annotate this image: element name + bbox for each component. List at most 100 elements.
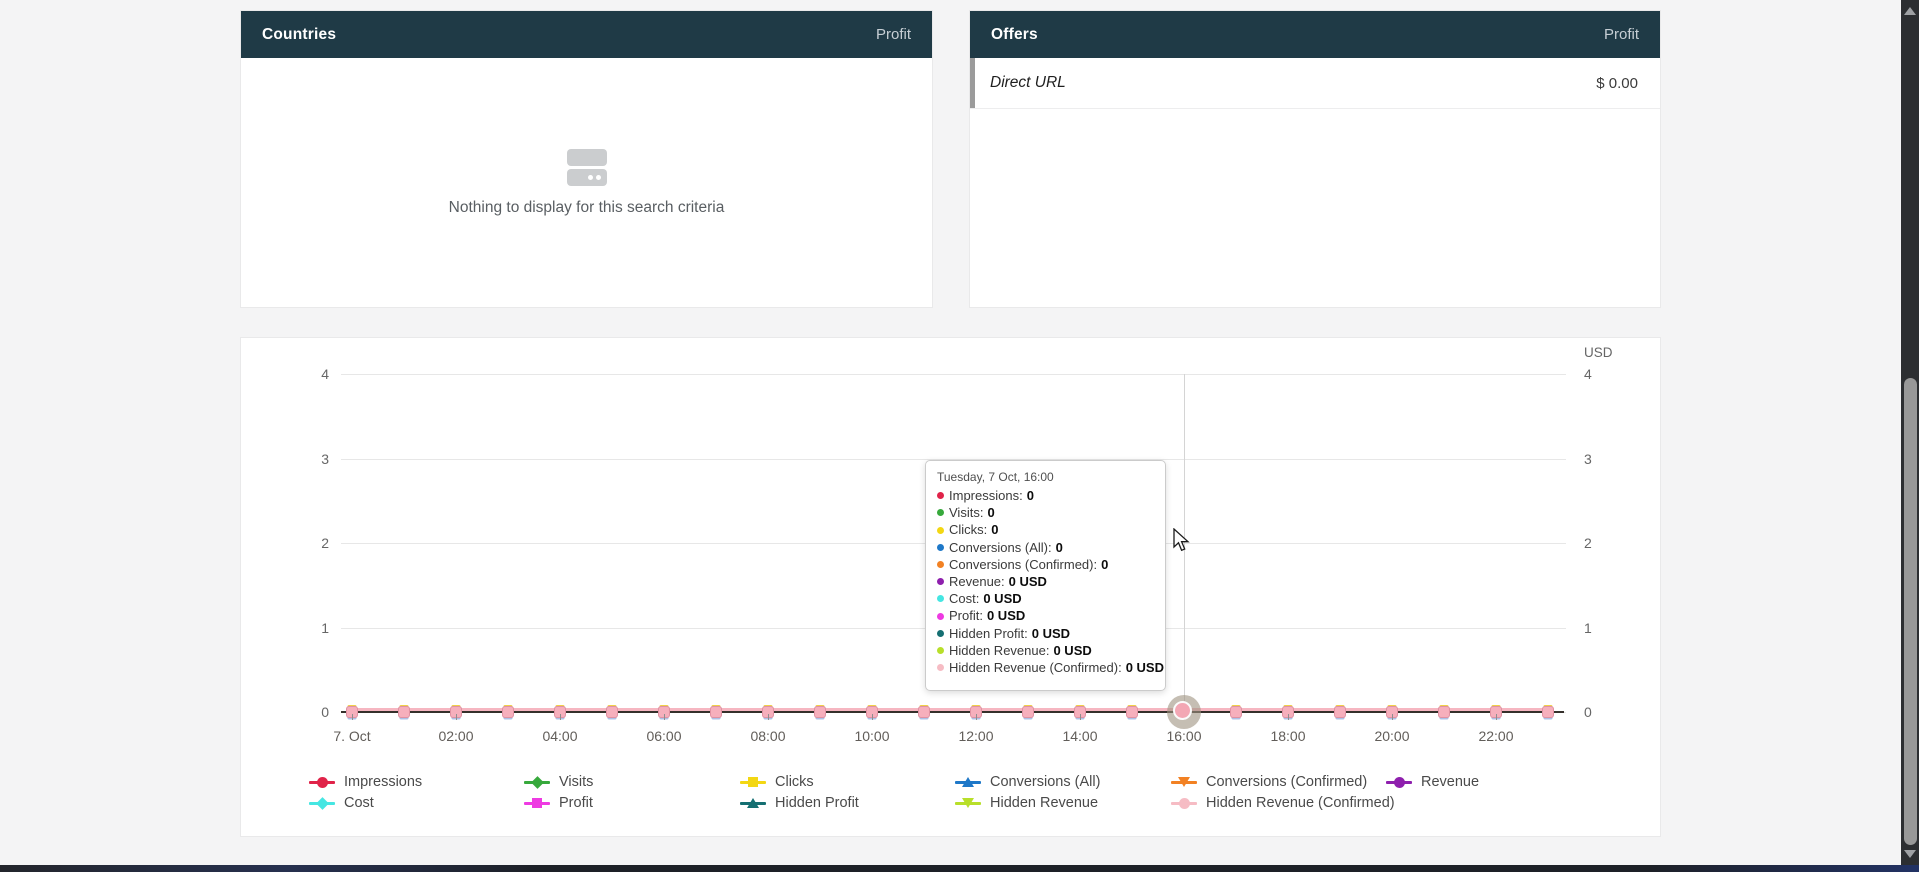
legend-item-label: Hidden Revenue (Confirmed) (1206, 795, 1395, 811)
chart-panel: USD 4433221100 7. Oct02:0004:0006:0008:0… (240, 337, 1661, 837)
data-point-marker[interactable] (918, 706, 930, 718)
y-axis-label: 0 (1584, 704, 1614, 720)
y-axis-label: 3 (1584, 451, 1614, 467)
square-marker-icon (532, 798, 542, 808)
countries-empty-state: Nothing to display for this search crite… (241, 58, 932, 307)
legend-item-conversions-confirmed[interactable]: Conversions (Confirmed) (1171, 774, 1367, 790)
x-axis-label: 12:00 (941, 728, 1011, 744)
data-point-marker[interactable] (1126, 706, 1138, 718)
circle-marker-icon (1394, 777, 1405, 788)
tooltip-row-label: Hidden Revenue: (949, 642, 1049, 659)
x-axis-tick (768, 714, 769, 720)
data-point-marker[interactable] (502, 706, 514, 718)
y-axis-label: 2 (299, 535, 329, 551)
scroll-down-arrow-icon[interactable] (1904, 850, 1916, 858)
tooltip-row-value: 0 USD (1053, 642, 1091, 659)
x-axis-label: 14:00 (1045, 728, 1115, 744)
tooltip-row-value: 0 (1056, 539, 1063, 556)
y-axis-label: 0 (299, 704, 329, 720)
legend-marker (309, 795, 335, 811)
x-axis-label: 02:00 (421, 728, 491, 744)
data-point-marker[interactable] (814, 706, 826, 718)
legend-item-impressions[interactable]: Impressions (309, 774, 422, 790)
x-axis-label: 7. Oct (317, 728, 387, 744)
offers-panel: Offers Profit Direct URL $ 0.00 (969, 10, 1661, 308)
tooltip-row: Hidden Profit:0 USD (937, 625, 1154, 642)
data-point-marker[interactable] (710, 706, 722, 718)
legend-item-clicks[interactable]: Clicks (740, 774, 814, 790)
legend-marker (524, 774, 550, 790)
scroll-up-arrow-icon[interactable] (1904, 7, 1916, 15)
legend-item-revenue[interactable]: Revenue (1386, 774, 1479, 790)
legend-item-visits[interactable]: Visits (524, 774, 593, 790)
circle-marker-icon (317, 777, 328, 788)
tooltip-row: Conversions (All):0 (937, 539, 1154, 556)
x-axis-tick (1392, 714, 1393, 720)
legend-item-label: Profit (559, 795, 593, 811)
y-axis-label: 3 (299, 451, 329, 467)
offer-profit-value: $ 0.00 (1596, 75, 1638, 92)
tooltip-row-label: Conversions (All): (949, 539, 1052, 556)
y-axis-label: 2 (1584, 535, 1614, 551)
legend-item-label: Conversions (All) (990, 774, 1100, 790)
x-axis-label: 08:00 (733, 728, 803, 744)
data-point-marker[interactable] (1438, 706, 1450, 718)
legend-marker (740, 774, 766, 790)
data-point-marker[interactable] (1334, 706, 1346, 718)
legend-item-cost[interactable]: Cost (309, 795, 374, 811)
vertical-scrollbar[interactable] (1901, 0, 1919, 872)
scrollbar-thumb[interactable] (1904, 378, 1917, 845)
square-marker-icon (748, 777, 758, 787)
offer-name[interactable]: Direct URL (990, 74, 1066, 92)
y-axis-unit-label: USD (1584, 345, 1613, 360)
tooltip-bullet-icon (937, 613, 944, 620)
y-axis-label: 1 (1584, 620, 1614, 636)
data-point-marker[interactable] (1230, 706, 1242, 718)
chart-plot-area: USD 4433221100 7. Oct02:0004:0006:0008:0… (241, 338, 1660, 836)
legend-item-label: Cost (344, 795, 374, 811)
series-line (352, 708, 1549, 711)
tooltip-row: Profit:0 USD (937, 607, 1154, 624)
legend-item-hidden-revenue-confirmed[interactable]: Hidden Revenue (Confirmed) (1171, 795, 1395, 811)
legend-item-hidden-profit[interactable]: Hidden Profit (740, 795, 859, 811)
data-point-marker[interactable] (1542, 706, 1554, 718)
offers-metric-header: Profit (1604, 26, 1639, 43)
legend-item-label: Impressions (344, 774, 422, 790)
offer-row-accent-bar (970, 58, 975, 108)
x-axis-tick (1080, 714, 1081, 720)
legend-item-hidden-revenue[interactable]: Hidden Revenue (955, 795, 1098, 811)
x-axis-label: 06:00 (629, 728, 699, 744)
data-point-marker[interactable] (606, 706, 618, 718)
x-axis-line (341, 711, 1564, 713)
circle-marker-icon (1179, 798, 1190, 809)
countries-metric-header: Profit (876, 26, 911, 43)
data-point-marker[interactable] (1022, 706, 1034, 718)
countries-panel-title: Countries (262, 26, 336, 44)
x-axis-label: 22:00 (1461, 728, 1531, 744)
mouse-cursor-icon (1172, 528, 1191, 559)
x-axis-tick (1496, 714, 1497, 720)
legend-item-conversions-all[interactable]: Conversions (All) (955, 774, 1100, 790)
legend-marker (955, 774, 981, 790)
legend-marker (524, 795, 550, 811)
countries-panel-header: Countries Profit (241, 11, 932, 58)
data-point-marker[interactable] (398, 706, 410, 718)
legend-item-label: Visits (559, 774, 593, 790)
tooltip-bullet-icon (937, 647, 944, 654)
tooltip-bullet-icon (937, 544, 944, 551)
x-axis-tick (560, 714, 561, 720)
legend-item-label: Clicks (775, 774, 814, 790)
x-axis-label: 18:00 (1253, 728, 1323, 744)
highlighted-point[interactable] (1167, 695, 1201, 729)
y-axis-label: 4 (1584, 366, 1614, 382)
tooltip-row: Visits:0 (937, 504, 1154, 521)
y-axis-label: 4 (299, 366, 329, 382)
tooltip-row-label: Clicks: (949, 521, 987, 538)
x-axis-tick (664, 714, 665, 720)
tooltip-row: Cost:0 USD (937, 590, 1154, 607)
tooltip-row-label: Cost: (949, 590, 979, 607)
legend-item-label: Hidden Revenue (990, 795, 1098, 811)
legend-item-profit[interactable]: Profit (524, 795, 593, 811)
offers-panel-header: Offers Profit (970, 11, 1660, 58)
offer-row[interactable]: Direct URL $ 0.00 (970, 58, 1660, 109)
